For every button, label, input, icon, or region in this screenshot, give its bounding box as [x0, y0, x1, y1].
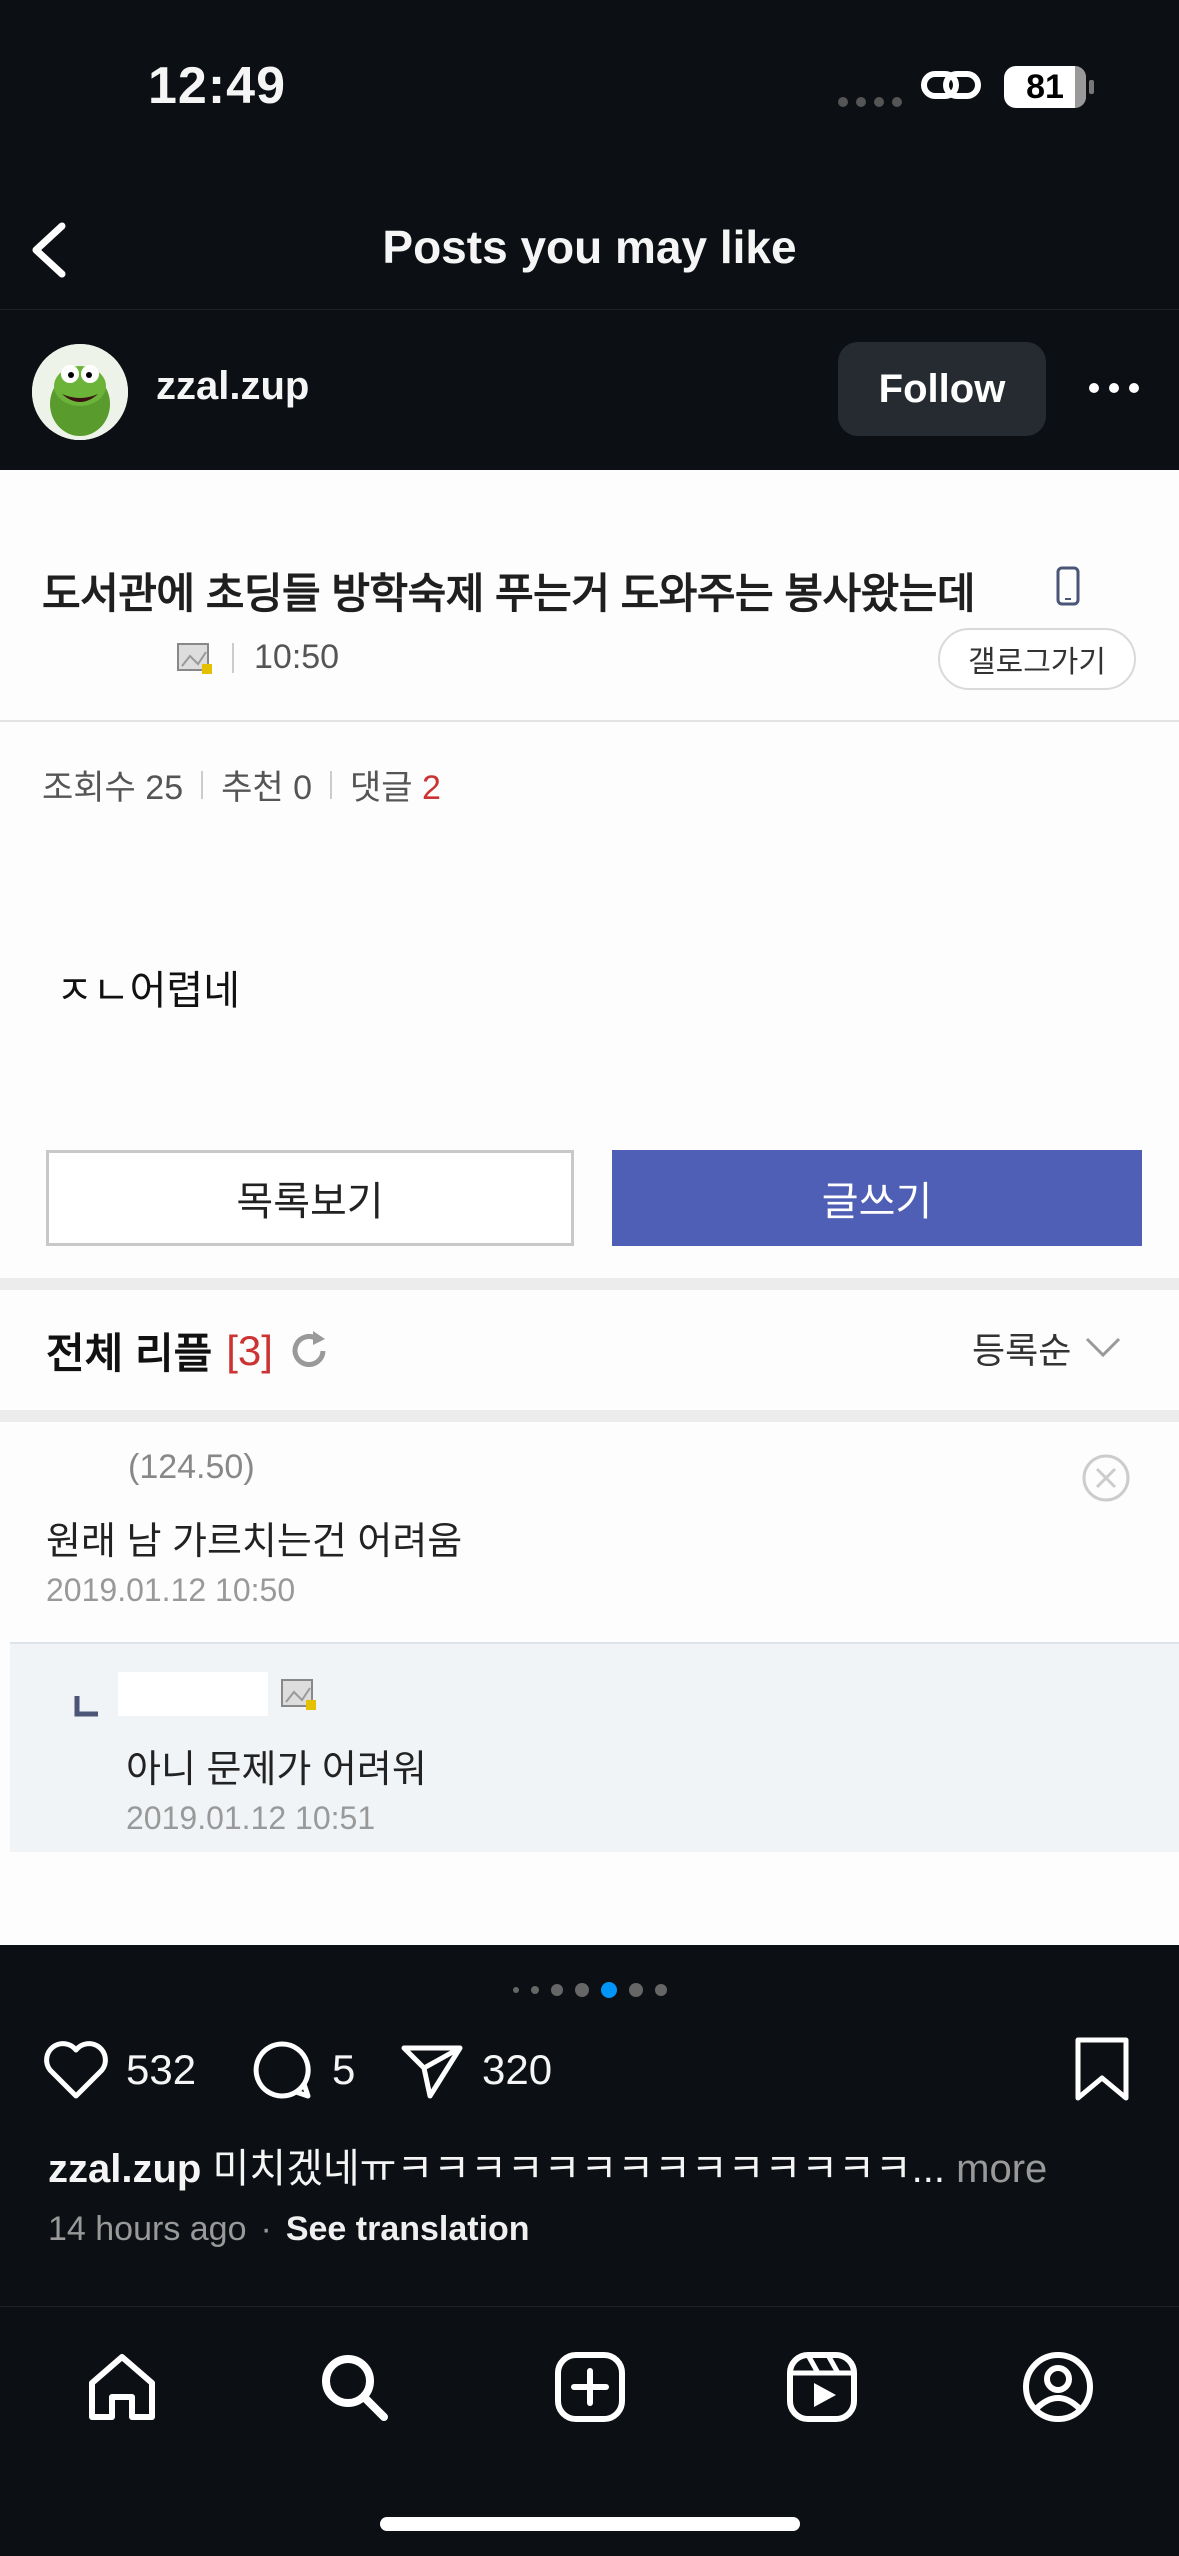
tab-create[interactable] [550, 2347, 630, 2427]
post-image[interactable]: 도서관에 초딩들 방학숙제 푸는거 도와주는 봉사왔는데 10:50 갤로그가기… [0, 470, 1179, 1945]
comment-date: 2019.01.12 10:50 [46, 1572, 296, 1608]
carousel-dot [574, 1983, 589, 1997]
battery-icon: 81 [1004, 66, 1094, 108]
post-meta: 10:50 [176, 638, 339, 677]
divider [201, 770, 204, 799]
avatar[interactable] [32, 344, 128, 440]
post-author-row: zzal.zup Follow [0, 312, 1179, 470]
bottom-tab-bar [0, 2306, 1179, 2556]
nav-header: Posts you may like [0, 190, 1179, 310]
redacted-username [118, 1672, 268, 1716]
chevron-down-icon [1086, 1337, 1121, 1358]
mobile-icon [1056, 566, 1080, 606]
link-icon [921, 71, 981, 99]
image-icon [177, 642, 212, 674]
replies-count: [3] [226, 1326, 273, 1374]
see-translation-link[interactable]: See translation [286, 2210, 530, 2249]
share-action[interactable]: 320 [396, 2034, 552, 2106]
write-button[interactable]: 글쓰기 [612, 1150, 1142, 1246]
home-indicator [380, 2517, 800, 2531]
time-ago: 14 hours ago [48, 2210, 247, 2248]
divider [232, 642, 234, 673]
refresh-icon[interactable] [287, 1329, 331, 1373]
tab-reels[interactable] [782, 2347, 862, 2427]
recommend-count: 추천 0 [221, 769, 313, 807]
post-time: 10:50 [254, 638, 340, 676]
profile-icon[interactable] [1018, 2347, 1098, 2427]
battery-level: 81 [1026, 67, 1064, 106]
carousel-dot [628, 1983, 643, 1997]
comment-action[interactable]: 5 [246, 2034, 355, 2106]
reels-icon[interactable] [782, 2347, 862, 2427]
close-icon[interactable] [1080, 1452, 1132, 1504]
caption-more-link[interactable]: more [956, 2147, 1047, 2191]
reply-comment: 아니 문제가 어려워 2019.01.12 10:51 [10, 1642, 1179, 1852]
reply-date: 2019.01.12 10:51 [126, 1800, 376, 1836]
image-icon [281, 1679, 316, 1710]
carousel-dot [550, 1984, 563, 1996]
post-stats: 조회수 25 추천 0 댓글 2 [42, 760, 441, 809]
post-body: ㅈㄴ어렵네 [56, 969, 240, 1013]
search-icon[interactable] [314, 2347, 394, 2427]
reply-arrow-icon [74, 1696, 98, 1717]
caption-text: 미치겠네ㅠㅋㅋㅋㅋㅋㅋㅋㅋㅋㅋㅋㅋㅋㅋ... [212, 2147, 946, 2191]
like-action[interactable]: 532 [40, 2034, 196, 2106]
tab-search[interactable] [314, 2347, 394, 2427]
send-icon[interactable] [396, 2034, 468, 2106]
reply-text: 아니 문제가 어려워 [126, 1749, 427, 1791]
carousel-indicator [0, 1980, 1179, 2000]
status-bar: 12:49 81 [0, 0, 1179, 160]
caption-username[interactable]: zzal.zup [48, 2147, 201, 2191]
carousel-dot [530, 1986, 539, 1994]
more-options-icon[interactable] [1086, 368, 1142, 408]
follow-button[interactable]: Follow [838, 342, 1046, 436]
divider [330, 770, 333, 799]
separator: · [260, 2210, 272, 2248]
tab-profile[interactable] [1018, 2347, 1098, 2427]
post-headline: 도서관에 초딩들 방학숙제 푸는거 도와주는 봉사왔는데 [42, 570, 976, 617]
divider [0, 720, 1179, 722]
username[interactable]: zzal.zup [156, 364, 309, 409]
heart-icon[interactable] [40, 2034, 112, 2106]
home-icon[interactable] [82, 2347, 162, 2427]
replies-header: 전체 리플 [3] [46, 1320, 331, 1381]
list-view-button[interactable]: 목록보기 [46, 1150, 574, 1246]
carousel-dot-active [600, 1982, 617, 1998]
bookmark-icon[interactable] [1066, 2034, 1138, 2106]
tab-home[interactable] [82, 2347, 162, 2427]
section-divider [0, 1278, 1179, 1290]
comments-count: 5 [332, 2046, 356, 2093]
post-caption[interactable]: zzal.zup 미치겠네ㅠㅋㅋㅋㅋㅋㅋㅋㅋㅋㅋㅋㅋㅋㅋ... more [48, 2136, 1148, 2194]
comment-icon[interactable] [246, 2034, 318, 2106]
section-divider [0, 1410, 1179, 1422]
post-meta-line: 14 hours ago · See translation [48, 2210, 530, 2249]
sort-dropdown[interactable]: 등록순 [972, 1322, 1123, 1374]
comments-stat: 댓글 2 [350, 769, 441, 807]
status-time: 12:49 [148, 57, 286, 115]
views-count: 조회수 25 [42, 769, 184, 807]
replies-title: 전체 리플 [46, 1330, 213, 1377]
shares-count: 320 [482, 2046, 553, 2093]
action-bar: 532 5 320 [0, 2034, 1179, 2114]
signal-dots-icon [838, 94, 910, 112]
sort-label: 등록순 [972, 1330, 1072, 1371]
comment-ip: (124.50) [128, 1448, 255, 1486]
likes-count: 532 [126, 2046, 197, 2093]
add-post-icon[interactable] [550, 2347, 630, 2427]
gallog-button[interactable]: 갤로그가기 [938, 628, 1136, 690]
carousel-dot [512, 1987, 519, 1993]
page-title: Posts you may like [382, 221, 797, 273]
carousel-dot [654, 1984, 667, 1996]
comment-text: 원래 남 가르치는건 어려움 [46, 1521, 463, 1563]
